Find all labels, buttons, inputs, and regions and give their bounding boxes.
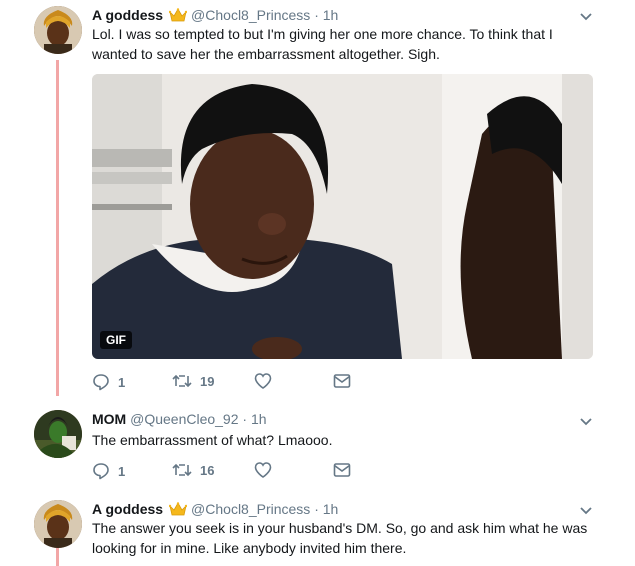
tweet[interactable]: A goddess @Chocl8_Princess · 1h The answe…: [0, 488, 635, 566]
reply-button[interactable]: 1: [92, 462, 125, 480]
tweet-text: The answer you seek is in your husband's…: [92, 520, 588, 556]
dm-button[interactable]: [333, 462, 351, 478]
retweet-count: 16: [200, 462, 215, 478]
user-handle[interactable]: @QueenCleo_92: [130, 411, 238, 427]
user-handle[interactable]: @Chocl8_Princess: [191, 501, 310, 517]
heart-icon: [254, 462, 272, 478]
timestamp[interactable]: · 1h: [314, 7, 338, 23]
tweet-actions: 1 19: [92, 373, 392, 393]
tweet-text: The embarrassment of what? Lmaooo.: [92, 432, 333, 448]
retweet-count: 19: [200, 373, 215, 389]
reply-count: 1: [118, 463, 126, 479]
avatar[interactable]: [34, 6, 82, 54]
timestamp[interactable]: · 1h: [242, 411, 266, 427]
retweet-icon: [172, 374, 192, 388]
chevron-down-icon[interactable]: [578, 10, 594, 22]
like-button[interactable]: [254, 462, 272, 478]
tweet-actions: 1 16: [92, 462, 392, 482]
retweet-icon: [172, 463, 192, 477]
avatar[interactable]: [34, 410, 82, 458]
display-name[interactable]: A goddess: [92, 501, 163, 517]
reply-count: 1: [118, 374, 126, 390]
chevron-down-icon[interactable]: [578, 504, 594, 516]
envelope-icon: [333, 463, 351, 477]
timestamp[interactable]: · 1h: [314, 501, 338, 517]
user-handle[interactable]: @Chocl8_Princess: [191, 7, 310, 23]
tweet[interactable]: A goddess @Chocl8_Princess · 1h Lol. I wa…: [0, 0, 635, 400]
display-name[interactable]: MOM: [92, 411, 126, 427]
reply-button[interactable]: 1: [92, 373, 125, 391]
retweet-button[interactable]: 16: [172, 462, 214, 478]
like-button[interactable]: [254, 373, 272, 389]
reply-icon: [93, 374, 109, 391]
tweet-header: A goddess @Chocl8_Princess · 1h: [92, 6, 338, 26]
chevron-down-icon[interactable]: [578, 415, 594, 427]
avatar[interactable]: [34, 500, 82, 548]
tweet-header: A goddess @Chocl8_Princess · 1h: [92, 500, 338, 520]
gif-badge: GIF: [100, 331, 132, 349]
retweet-button[interactable]: 19: [172, 373, 214, 389]
gif-media[interactable]: GIF: [92, 74, 593, 359]
tweet[interactable]: MOM @QueenCleo_92 · 1h The embarrassment…: [0, 400, 635, 488]
display-name[interactable]: A goddess: [92, 7, 163, 23]
dm-button[interactable]: [333, 373, 351, 389]
envelope-icon: [333, 374, 351, 388]
gif-still-image: [92, 74, 593, 359]
reply-icon: [93, 463, 109, 480]
tweet-text: Lol. I was so tempted to but I'm giving …: [92, 26, 553, 62]
tweet-header: MOM @QueenCleo_92 · 1h: [92, 410, 267, 428]
heart-icon: [254, 373, 272, 389]
